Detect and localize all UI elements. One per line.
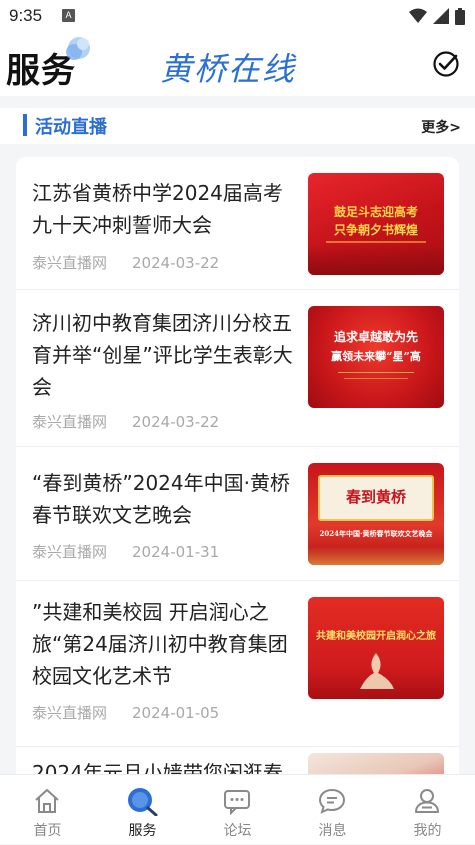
item-meta: 泰兴直播网 2024-01-31 — [32, 541, 219, 562]
thumbnail-slogan-2: 开启润心之旅 — [376, 631, 436, 642]
check-circle-icon[interactable] — [432, 50, 460, 78]
section-header: 活动直播 更多> — [0, 108, 475, 144]
tab-label: 服务 — [128, 823, 157, 839]
item-meta: 泰兴直播网 2024-03-22 — [32, 252, 219, 273]
thumbnail-slogan-1: 春到黄桥 — [345, 488, 406, 506]
thumbnail-slogan-2: 只争朝夕书辉煌 — [333, 223, 418, 237]
home-icon — [35, 789, 59, 813]
battery-icon — [455, 7, 465, 25]
profile-icon — [415, 789, 439, 813]
thumbnail-slogan-2: 赢领未来攀“星”高 — [331, 350, 421, 363]
tab-label: 我的 — [413, 823, 442, 839]
tab-service[interactable]: 服务 — [95, 775, 190, 845]
item-source: 泰兴直播网 — [32, 413, 108, 431]
item-title: “春到黄桥”2024年中国·黄桥春节联欢文艺晚会 — [32, 471, 290, 527]
bottom-tab-bar: 首页 服务 论坛 消息 我的 — [0, 774, 475, 844]
thumbnail-slogan-1: 追求卓越敢为先 — [333, 330, 418, 344]
item-source: 泰兴直播网 — [32, 543, 108, 561]
item-meta: 泰兴直播网 2024-01-05 — [32, 702, 219, 723]
signal-icon — [433, 8, 449, 24]
title-decoration-icon — [66, 37, 90, 60]
more-link[interactable]: 更多> — [421, 117, 461, 137]
item-title: ”共建和美校园 开启润心之旅“第24届济川初中教育集团校园文化艺术节 — [32, 600, 288, 688]
section-accent-bar — [23, 114, 27, 136]
message-icon — [318, 788, 346, 814]
item-title: 江苏省黄桥中学2024届高考九十天冲刺誓师大会 — [32, 181, 283, 237]
item-date: 2024-03-22 — [132, 254, 220, 272]
item-thumbnail: 春到黄桥 2024年中国·黄桥春节联欢文艺晚会 — [308, 463, 444, 565]
item-source: 泰兴直播网 — [32, 704, 108, 722]
notification-badge: A — [62, 9, 75, 22]
list-item[interactable]: “春到黄桥”2024年中国·黄桥春节联欢文艺晚会 泰兴直播网 2024-01-31… — [16, 447, 459, 581]
status-bar: 9:35 A — [0, 0, 475, 32]
tab-label: 消息 — [318, 823, 347, 839]
tab-label: 论坛 — [223, 823, 252, 839]
thumbnail-slogan-1: 鼓足斗志迎高考 — [333, 205, 418, 219]
thumbnail-slogan-1: 共建和美校园 — [316, 631, 376, 642]
list-item[interactable]: 济川初中教育集团济川分校五育并举“创星”评比学生表彰大会 泰兴直播网 2024-0… — [16, 290, 459, 447]
item-thumbnail: 共建和美校园 开启润心之旅 — [308, 597, 444, 699]
item-source: 泰兴直播网 — [32, 254, 108, 272]
tab-forum[interactable]: 论坛 — [190, 775, 285, 845]
status-time: 9:35 — [9, 6, 43, 25]
dancer-illustration-icon — [360, 653, 394, 689]
search-icon — [128, 788, 158, 816]
list-item[interactable]: 江苏省黄桥中学2024届高考九十天冲刺誓师大会 泰兴直播网 2024-03-22 … — [16, 157, 459, 290]
item-date: 2024-01-31 — [132, 543, 220, 561]
section-title: 活动直播 — [35, 117, 107, 138]
status-icons — [409, 7, 465, 25]
tab-messages[interactable]: 消息 — [285, 775, 380, 845]
app-header: 服务 黄桥在线 — [0, 32, 475, 96]
tab-label: 首页 — [33, 823, 62, 839]
live-list: 江苏省黄桥中学2024届高考九十天冲刺誓师大会 泰兴直播网 2024-03-22 … — [16, 157, 459, 797]
item-thumbnail: 追求卓越敢为先 赢领未来攀“星”高 — [308, 306, 444, 408]
item-date: 2024-03-22 — [132, 413, 220, 431]
forum-icon — [224, 790, 250, 815]
item-title: 济川初中教育集团济川分校五育并举“创星”评比学生表彰大会 — [32, 311, 293, 399]
brand-logo: 黄桥在线 — [160, 50, 297, 88]
item-date: 2024-01-05 — [132, 704, 220, 722]
thumbnail-slogan-2: 2024年中国·黄桥春节联欢文艺晚会 — [319, 529, 433, 538]
wifi-icon — [409, 8, 427, 23]
tab-profile[interactable]: 我的 — [380, 775, 475, 845]
list-item[interactable]: ”共建和美校园 开启润心之旅“第24届济川初中教育集团校园文化艺术节 泰兴直播网… — [16, 581, 459, 747]
item-meta: 泰兴直播网 2024-03-22 — [32, 411, 219, 432]
tab-home[interactable]: 首页 — [0, 775, 95, 845]
item-thumbnail: 鼓足斗志迎高考 只争朝夕书辉煌 — [308, 173, 444, 275]
